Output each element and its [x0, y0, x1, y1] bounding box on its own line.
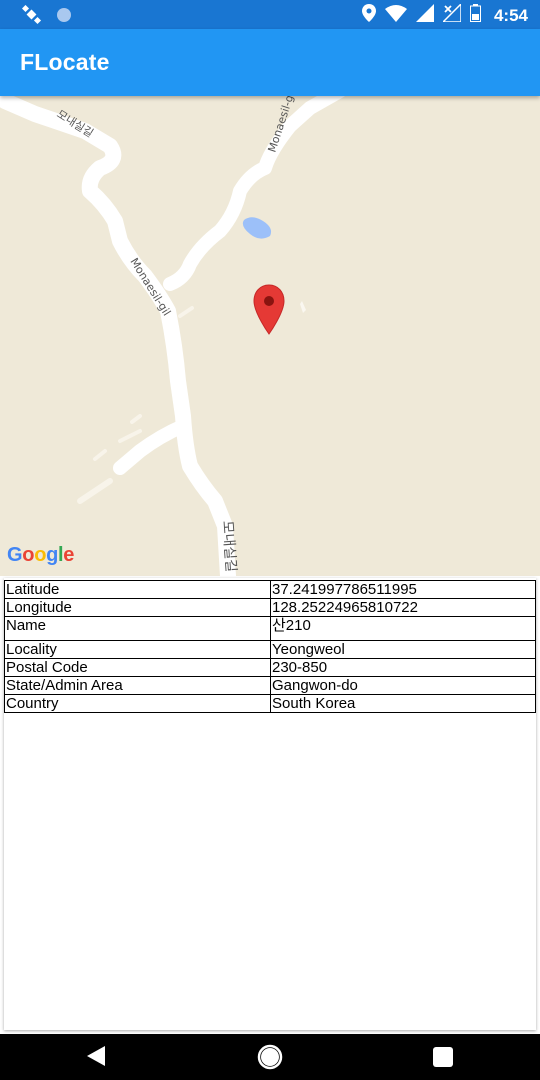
- name-label: Name: [4, 616, 271, 641]
- status-bar: 4:54: [0, 0, 540, 29]
- info-panel: Latitude 37.241997786511995 Longitude 12…: [4, 578, 536, 1030]
- google-logo: Google: [7, 544, 75, 566]
- map-view[interactable]: 모내실길 Monaesil-gil Monaesil-gil 모내실길: [0, 96, 540, 576]
- country-value: South Korea: [270, 694, 536, 713]
- branch-road-ne: [163, 96, 345, 291]
- postal-code-label: Postal Code: [4, 658, 271, 677]
- location-icon: [361, 4, 376, 27]
- no-signal-icon: [441, 2, 462, 27]
- wifi-icon: [384, 4, 407, 27]
- longitude-label: Longitude: [4, 598, 271, 617]
- map-canvas[interactable]: 모내실길 Monaesil-gil Monaesil-gil 모내실길: [0, 96, 540, 576]
- recents-icon[interactable]: [432, 1046, 454, 1073]
- app-bar: FLocate: [0, 29, 540, 96]
- table-row: Latitude 37.241997786511995: [4, 580, 536, 599]
- circle-indicator-icon: [56, 7, 72, 28]
- navigation-bar: [0, 1034, 540, 1080]
- battery-icon: [469, 4, 481, 27]
- home-icon[interactable]: [256, 1043, 284, 1076]
- table-row: Locality Yeongweol: [4, 640, 536, 659]
- main-road: [0, 96, 236, 576]
- location-info-table: Latitude 37.241997786511995 Longitude 12…: [4, 580, 536, 713]
- postal-code-value: 230-850: [270, 658, 536, 677]
- locality-label: Locality: [4, 640, 271, 659]
- app-title: FLocate: [20, 49, 110, 75]
- state-label: State/Admin Area: [4, 676, 271, 695]
- latitude-label: Latitude: [4, 580, 271, 599]
- satellite-icon: [21, 4, 42, 30]
- country-label: Country: [4, 694, 271, 713]
- status-time: 4:54: [493, 5, 528, 25]
- back-icon[interactable]: [85, 1044, 107, 1073]
- table-row: State/Admin Area Gangwon-do: [4, 676, 536, 695]
- locality-value: Yeongweol: [270, 640, 536, 659]
- table-row: Country South Korea: [4, 694, 536, 713]
- cell-signal-icon: [415, 4, 434, 27]
- name-value: 산210: [270, 616, 536, 641]
- latitude-value: 37.241997786511995: [270, 580, 536, 599]
- table-row: Longitude 128.25224965810722: [4, 598, 536, 617]
- longitude-value: 128.25224965810722: [270, 598, 536, 617]
- table-row: Postal Code 230-850: [4, 658, 536, 677]
- location-marker-icon[interactable]: [253, 284, 285, 335]
- table-row: Name 산210: [4, 616, 536, 641]
- state-value: Gangwon-do: [270, 676, 536, 695]
- branch-road-sw: [113, 419, 190, 475]
- water-pond: [242, 217, 272, 239]
